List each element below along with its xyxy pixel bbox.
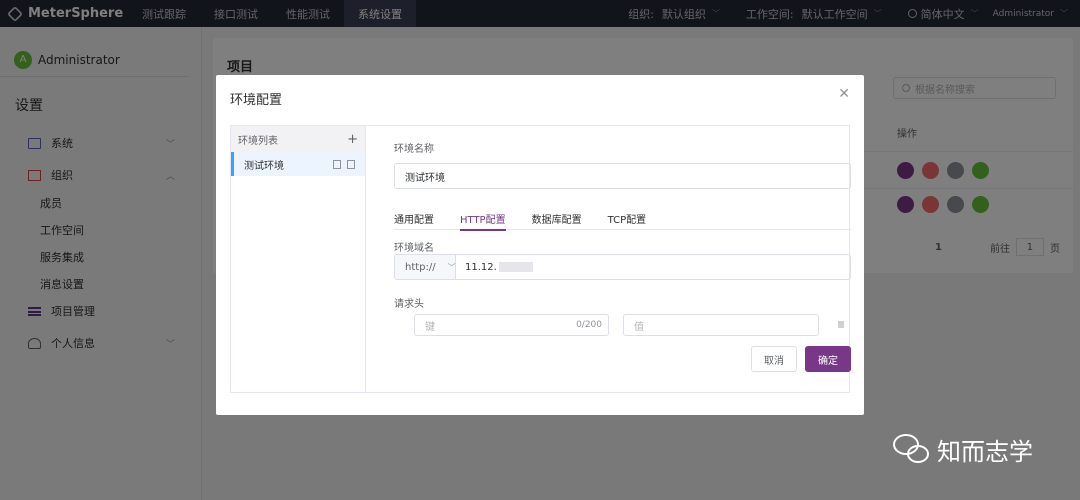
- env-list-item[interactable]: 测试环境: [231, 152, 365, 176]
- tab-tcp[interactable]: TCP配置: [608, 206, 647, 230]
- tab-general[interactable]: 通用配置: [394, 206, 434, 230]
- header-key-input[interactable]: 键 0/200: [414, 314, 609, 336]
- env-form: 环境名称 测试环境 通用配置 HTTP配置 数据库配置 TCP配置 环境域名 h…: [380, 126, 851, 392]
- wechat-icon: [893, 433, 931, 466]
- tab-http[interactable]: HTTP配置: [460, 206, 506, 231]
- env-list-title: 环境列表: [238, 135, 278, 147]
- redacted-mask: [498, 262, 533, 272]
- env-panel: 环境列表 + 测试环境 环境名称 测试环境 通用配置 HTTP配置 数据库配置 …: [230, 125, 851, 393]
- watermark: 知而志学: [893, 432, 1033, 467]
- domain-label: 环境域名: [394, 243, 434, 254]
- delete-header-icon[interactable]: [838, 321, 844, 328]
- tab-database[interactable]: 数据库配置: [532, 206, 582, 230]
- value-placeholder: 值: [634, 321, 644, 333]
- add-env-icon[interactable]: +: [347, 132, 358, 147]
- env-list-header: 环境列表 +: [231, 126, 365, 152]
- protocol-value: http://: [405, 261, 436, 273]
- env-name-input[interactable]: 测试环境: [394, 163, 851, 189]
- env-item-name: 测试环境: [244, 160, 284, 172]
- confirm-button[interactable]: 确定: [805, 346, 851, 372]
- env-config-dialog: 环境配置 ✕ 环境列表 + 测试环境 环境名称 测试环境 通用配置 HTTP配置…: [216, 75, 864, 415]
- copy-icon[interactable]: [333, 159, 341, 169]
- close-icon[interactable]: ✕: [838, 86, 850, 102]
- trash-icon[interactable]: [347, 159, 355, 169]
- dialog-title: 环境配置: [230, 93, 283, 108]
- protocol-select[interactable]: http:// ﹀: [394, 254, 456, 280]
- env-list: 环境列表 + 测试环境: [231, 126, 366, 392]
- cancel-button[interactable]: 取消: [751, 346, 797, 372]
- key-counter: 0/200: [576, 320, 602, 330]
- domain-value: 11.12.: [465, 261, 497, 273]
- headers-label: 请求头: [394, 299, 424, 310]
- watermark-text: 知而志学: [937, 438, 1033, 466]
- domain-input[interactable]: 11.12.: [455, 254, 851, 280]
- config-tabs: 通用配置 HTTP配置 数据库配置 TCP配置: [394, 206, 851, 231]
- key-placeholder: 键: [425, 321, 435, 333]
- header-value-input[interactable]: 值: [623, 314, 819, 336]
- env-name-label: 环境名称: [394, 144, 434, 155]
